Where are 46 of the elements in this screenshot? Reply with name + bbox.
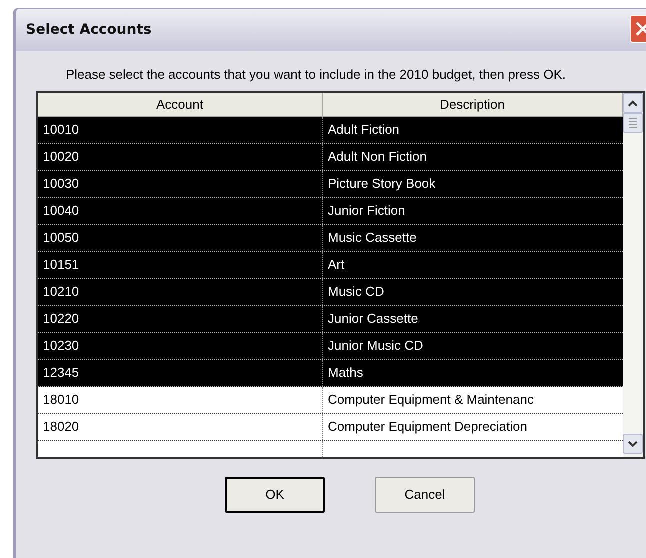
scroll-down-button[interactable] bbox=[623, 434, 643, 454]
table-cell: 10020 bbox=[38, 144, 323, 170]
window-title: Select Accounts bbox=[26, 20, 152, 40]
table-cell: 10220 bbox=[38, 306, 323, 332]
table-row[interactable]: 18020 Computer Equipment Depreciation bbox=[38, 414, 623, 441]
column-header[interactable]: Account bbox=[38, 93, 323, 117]
scroll-thumb[interactable] bbox=[623, 113, 643, 133]
table-cell-text: Picture Story Book bbox=[327, 175, 437, 194]
table-row[interactable]: 10030 Picture Story Book bbox=[38, 171, 623, 198]
column-header[interactable]: Description bbox=[323, 93, 623, 117]
table-cell: 10050 bbox=[38, 225, 323, 251]
table-cell-text: Maths bbox=[327, 364, 364, 382]
table-cell-text: Computer Equipment Depreciation bbox=[327, 418, 528, 436]
table-cell-text: Music CD bbox=[327, 283, 386, 302]
table-cell: 10230 bbox=[38, 333, 323, 359]
table-cell-text: Adult Non Fiction bbox=[327, 148, 428, 166]
table-row[interactable]: 10210 Music CD bbox=[38, 279, 623, 306]
table-cell: 10030 bbox=[38, 171, 323, 197]
table-row[interactable]: 10220 Junior Cassette bbox=[38, 306, 623, 333]
table-row[interactable]: 10010 Adult Fiction bbox=[38, 117, 623, 144]
table-cell: 10151 bbox=[38, 252, 323, 278]
table-cell: 18010 bbox=[38, 387, 323, 413]
table-cell: 10040 bbox=[38, 198, 323, 224]
table-row[interactable]: 10050 Music Cassette bbox=[38, 225, 623, 252]
scrollbar[interactable] bbox=[623, 93, 643, 457]
table-row[interactable]: 10151 Art bbox=[38, 252, 623, 279]
table-cell-text: Junior Fiction bbox=[327, 202, 406, 220]
table-row[interactable]: 10020 Adult Non Fiction bbox=[38, 144, 623, 171]
table-cell: 10010 bbox=[38, 117, 323, 143]
table-cell: 12345 bbox=[38, 360, 323, 386]
table-cell-text: Computer Equipment & Maintenanc bbox=[327, 391, 535, 410]
cancel-button[interactable]: Cancel bbox=[375, 477, 475, 513]
table-cell-text: Junior Cassette bbox=[327, 310, 420, 328]
table-cell-text: Adult Fiction bbox=[327, 121, 401, 140]
table-row[interactable]: 12345 Maths bbox=[38, 360, 623, 387]
ok-button[interactable]: OK bbox=[225, 477, 325, 513]
table-cell: 10210 bbox=[38, 279, 323, 305]
table-row[interactable]: 18010 Computer Equipment & Maintenanc bbox=[38, 387, 623, 414]
table-cell-text: Art bbox=[327, 256, 346, 274]
scroll-up-button[interactable] bbox=[623, 93, 643, 113]
table-cell-text: Music Cassette bbox=[327, 229, 418, 248]
table-row[interactable]: 10040 Junior Fiction bbox=[38, 198, 623, 225]
table-row[interactable]: 10230 Junior Music CD bbox=[38, 333, 623, 360]
instructions-text: Please select the accounts that you want to include in the 2010 budget, then press OK. bbox=[64, 66, 568, 84]
table-cell-text: Junior Music CD bbox=[327, 337, 424, 356]
table-cell: 18020 bbox=[38, 414, 323, 440]
